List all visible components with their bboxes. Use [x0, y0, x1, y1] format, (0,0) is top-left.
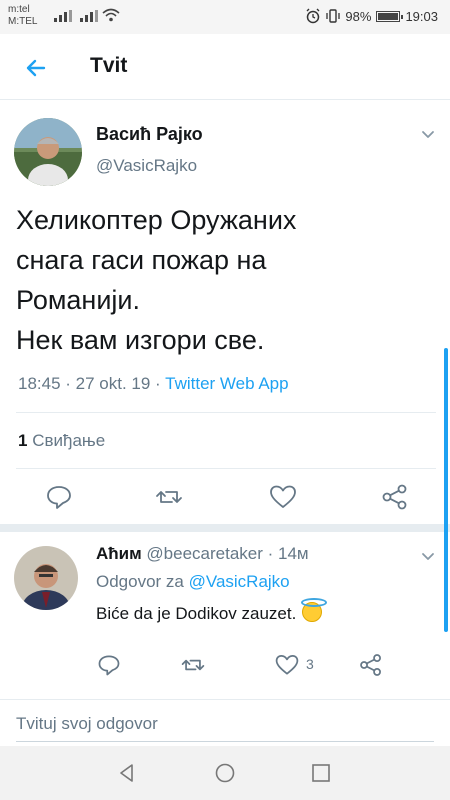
page-title: Tvit [90, 54, 128, 77]
signal-icon-2 [80, 10, 98, 22]
nav-recents-icon[interactable] [310, 762, 332, 784]
retweet-icon[interactable] [180, 652, 206, 678]
retweet-icon[interactable] [154, 482, 184, 512]
battery-level: 98% [345, 8, 372, 24]
reply-icon[interactable] [44, 482, 74, 512]
carrier-1: m:tel [8, 4, 30, 15]
like-icon[interactable] [268, 482, 298, 512]
like-label: Свиђање [27, 431, 106, 450]
tweet-timestamp: 18:45 · 27 okt. 19 · [18, 374, 166, 393]
smiling-face-with-halo-icon [301, 598, 328, 622]
reply-to-mention[interactable]: @VasicRajko [189, 572, 290, 591]
alarm-icon [306, 8, 320, 24]
system-nav-bar [0, 746, 450, 800]
compose-reply [0, 700, 450, 746]
carrier-2: M:TEL [8, 16, 38, 27]
vibrate-icon [326, 9, 341, 23]
divider [16, 468, 436, 469]
likes-summary[interactable]: 1 Свиђање [18, 431, 105, 451]
reply-actions: 3 [0, 652, 450, 682]
status-bar: m:tel M:TEL 98% 19:03 [0, 0, 450, 34]
source-app-link[interactable]: Twitter Web App [165, 374, 288, 393]
reply-to: Odgovor za @VasicRajko [96, 572, 290, 592]
nav-back-icon[interactable] [116, 762, 138, 784]
reply-avatar[interactable] [14, 546, 78, 610]
chevron-down-icon[interactable] [420, 126, 436, 142]
share-icon[interactable] [358, 652, 384, 678]
tweet-actions [0, 482, 450, 518]
battery-icon [376, 10, 404, 22]
author-handle[interactable]: @VasicRajko [96, 156, 197, 176]
reply-input[interactable] [16, 706, 434, 742]
reply-header: Аћим @beecaretaker · 14м [96, 544, 309, 564]
app-bar: Tvit [0, 34, 450, 100]
back-arrow-icon[interactable] [18, 50, 54, 86]
tweet-line: Нек вам изгори све. [16, 325, 265, 355]
nav-home-icon[interactable] [214, 762, 236, 784]
tweet-line: снага гаси пожар на [16, 245, 267, 275]
carrier-labels: m:tel M:TEL [8, 4, 37, 28]
reply-text-content: Biće da je Dodikov zauzet. [96, 604, 297, 623]
clock: 19:03 [405, 8, 438, 24]
reply-like-count: 3 [306, 656, 314, 672]
reply-author-handle[interactable]: @beecaretaker · 14м [142, 544, 308, 563]
tweet-text: Хеликоптер Оружаних снага гаси пожар на … [16, 200, 426, 360]
reply-to-label: Odgovor za [96, 572, 189, 591]
like-icon[interactable] [274, 652, 300, 678]
reply-text: Biće da je Dodikov zauzet. [96, 598, 328, 624]
tweet-line: Хеликоптер Оружаних [16, 205, 297, 235]
share-icon[interactable] [380, 482, 410, 512]
wifi-icon [102, 8, 120, 22]
author-name[interactable]: Васић Рајко [96, 124, 203, 145]
avatar[interactable] [14, 118, 82, 186]
chevron-down-icon[interactable] [420, 548, 436, 564]
tweet-line: Романији. [16, 285, 140, 315]
reply-tweet: Аћим @beecaretaker · 14м Odgovor za @Vas… [0, 532, 450, 700]
reply-author-name[interactable]: Аћим [96, 544, 142, 563]
tweet-meta: 18:45 · 27 okt. 19 · Twitter Web App [18, 374, 289, 394]
reply-icon[interactable] [96, 652, 122, 678]
divider [16, 412, 436, 413]
main-tweet: Васић Рајко @VasicRajko Хеликоптер Оружа… [0, 100, 450, 632]
signal-icon [54, 10, 72, 22]
status-right: 98% 19:03 [305, 8, 438, 24]
